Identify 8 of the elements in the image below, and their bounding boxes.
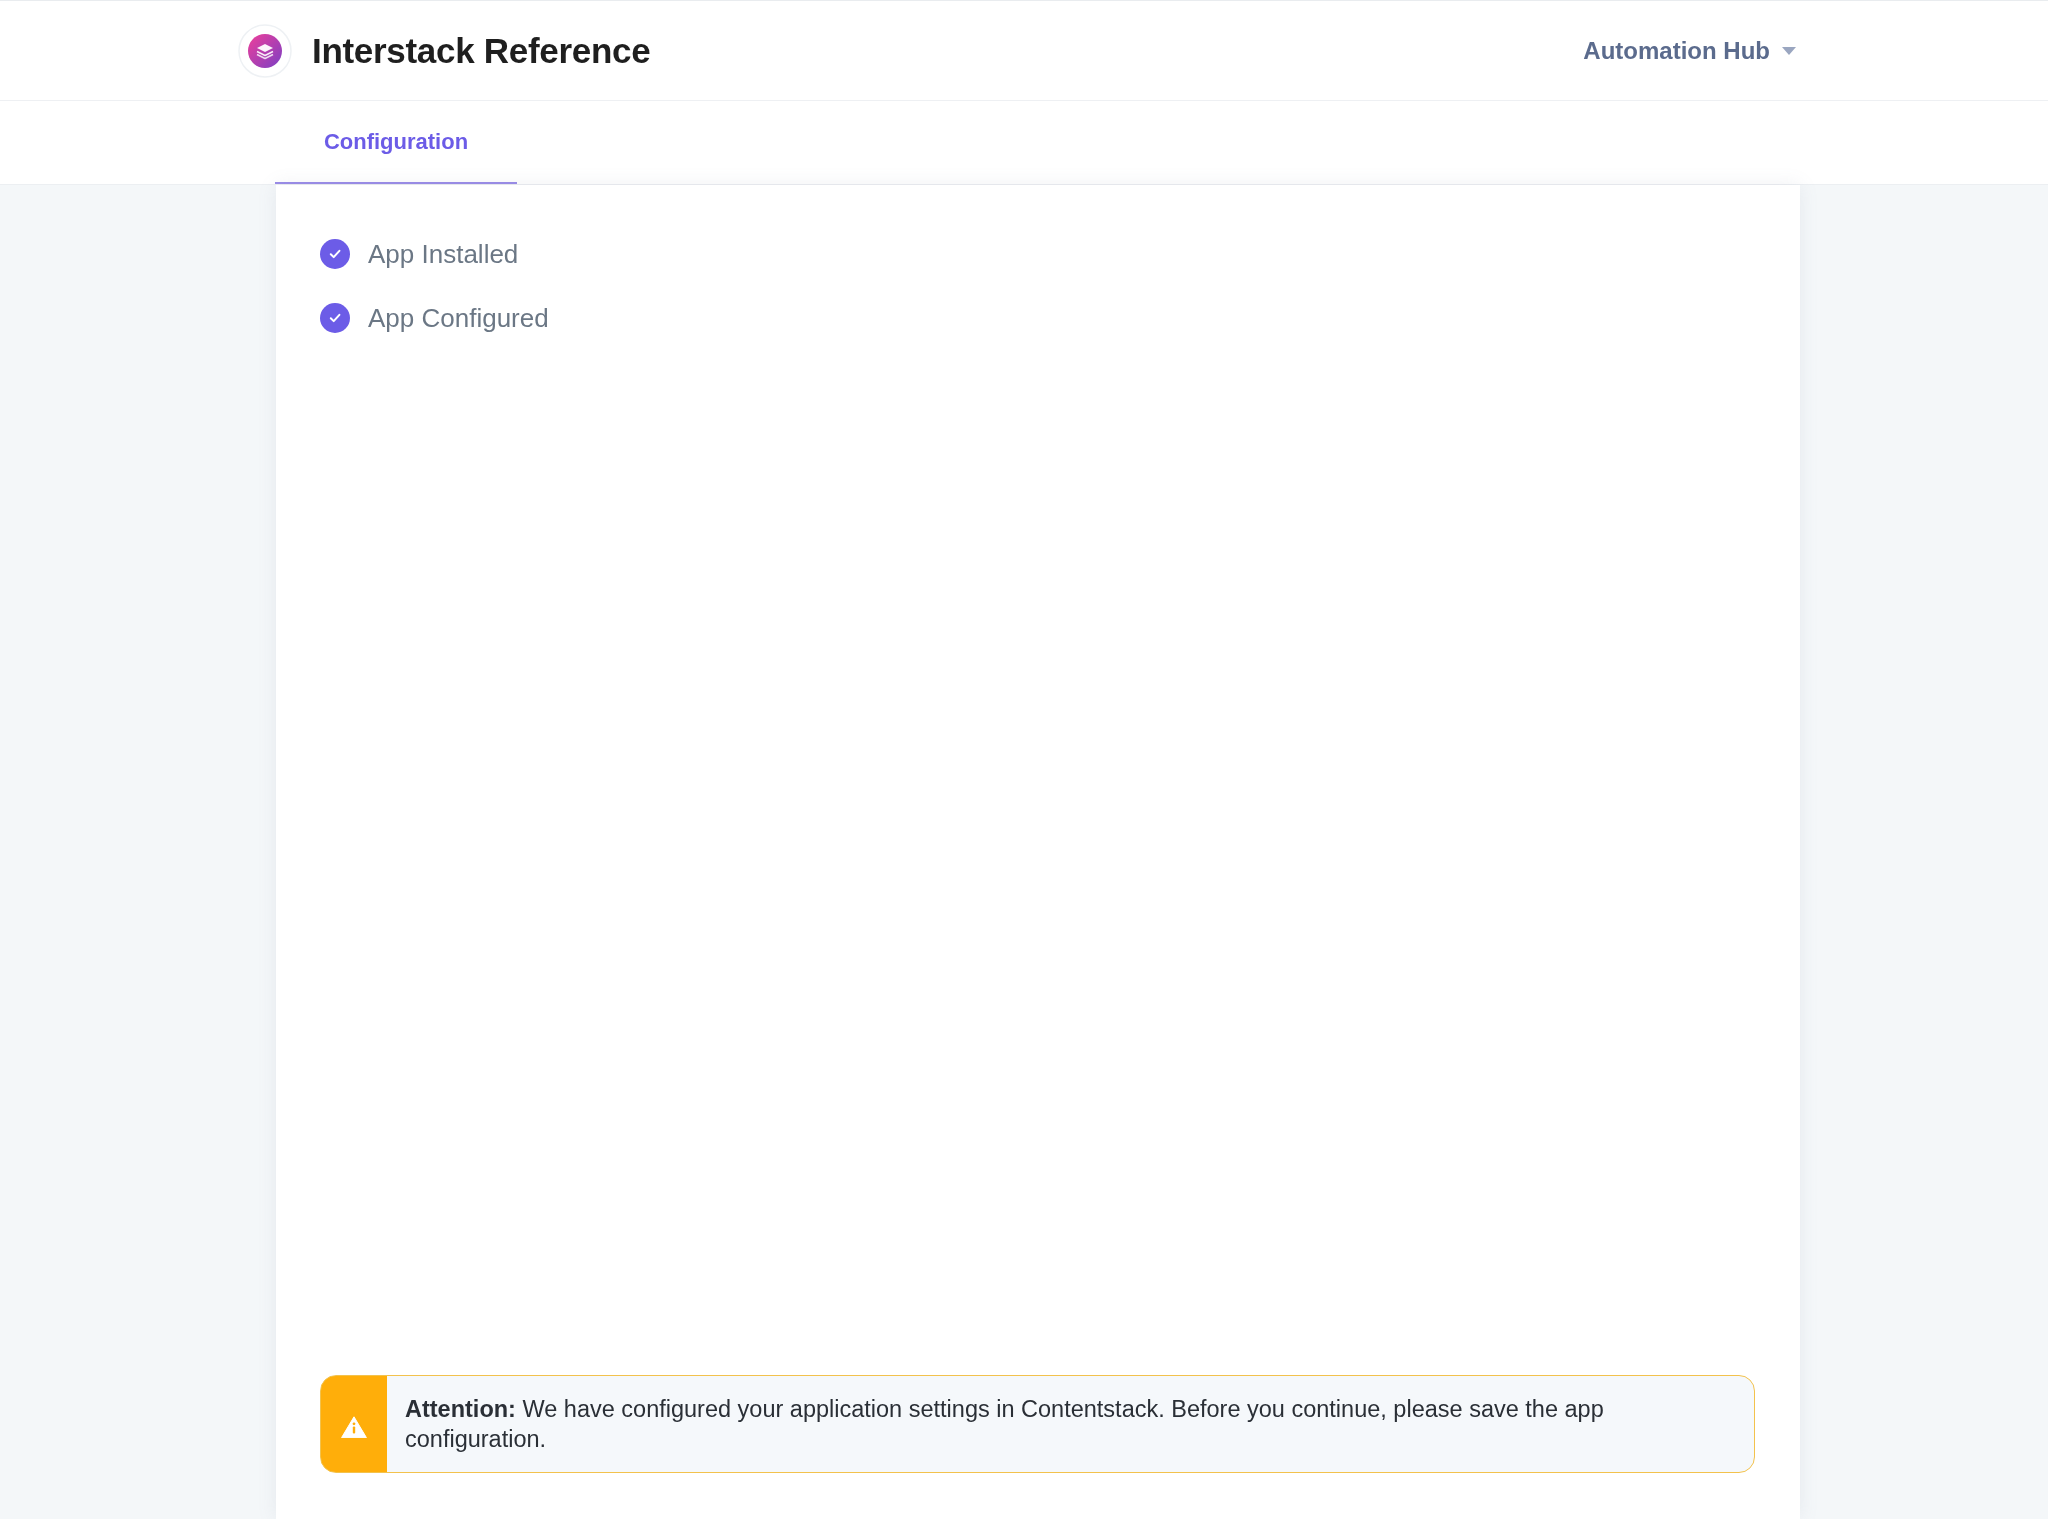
app-logo-icon — [238, 23, 292, 78]
warning-icon — [341, 1416, 367, 1438]
alert-message: Attention: We have configured your application settings in Contentstack. Before you continue, please save the app configuration. — [404, 1395, 1605, 1454]
app-title: Interstack Reference — [312, 30, 651, 71]
organization-dropdown[interactable]: Automation Hub — [1583, 32, 1796, 69]
checklist-label: App Configured — [368, 302, 549, 334]
caret-icon — [1782, 46, 1796, 55]
checklist-label: App Installed — [368, 238, 519, 270]
